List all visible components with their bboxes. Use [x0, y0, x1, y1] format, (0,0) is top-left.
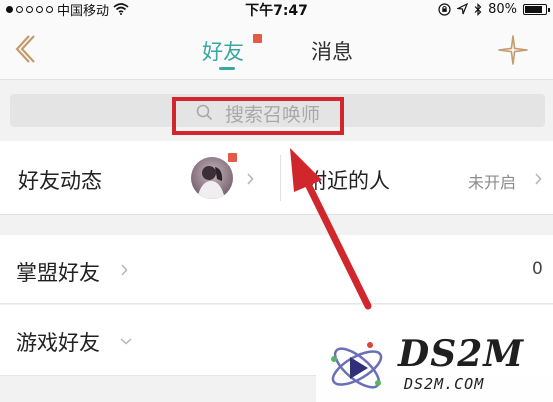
chevron-right-icon — [535, 173, 542, 185]
annotation-highlight-box — [172, 97, 344, 135]
friend-activity-label[interactable]: 好友动态 — [18, 165, 102, 195]
section-gap — [0, 215, 553, 235]
row-divider — [280, 155, 281, 201]
chevron-down-icon — [120, 338, 132, 345]
activity-badge — [228, 153, 237, 162]
group-label: 掌盟好友 — [16, 261, 100, 285]
active-tab-indicator — [219, 67, 235, 70]
location-icon — [457, 3, 469, 15]
chevron-right-icon — [247, 173, 254, 185]
watermark-subtitle: DS2M.COM — [404, 375, 485, 393]
watermark-title: DS2M — [398, 333, 525, 375]
status-right: 80% — [438, 0, 550, 18]
group-count: 0 — [532, 259, 543, 279]
bluetooth-icon — [474, 2, 482, 16]
avatar-image — [191, 157, 233, 199]
nearby-status: 未开启 — [468, 173, 517, 192]
nav-bar: 好友 消息 — [0, 18, 553, 80]
back-chevron-icon[interactable] — [14, 32, 40, 66]
battery-percent: 80% — [488, 1, 517, 17]
tab-messages[interactable]: 消息 — [311, 36, 353, 66]
tab-friends[interactable]: 好友 — [202, 36, 244, 66]
app-screen: 中国移动 下午7:47 80% 好友 消息 搜索召唤师 好友动态 附近的人 未开… — [0, 0, 553, 402]
discover-row: 好友动态 附近的人 未开启 — [0, 141, 553, 215]
compass-star-icon[interactable] — [497, 34, 529, 66]
group-label: 游戏好友 — [16, 331, 100, 355]
rotation-lock-icon — [438, 2, 451, 16]
watermark: DS2M DS2M.COM — [316, 333, 553, 402]
tab-friends-badge — [253, 34, 262, 43]
nearby-people-label[interactable]: 附近的人 — [306, 165, 390, 195]
battery-icon — [523, 3, 550, 15]
chevron-right-icon — [121, 264, 128, 276]
group-row-app-friends[interactable]: 掌盟好友 0 — [0, 235, 553, 304]
avatar[interactable] — [191, 157, 233, 199]
atom-logo-icon — [331, 342, 383, 389]
status-bar: 中国移动 下午7:47 80% — [0, 0, 553, 19]
